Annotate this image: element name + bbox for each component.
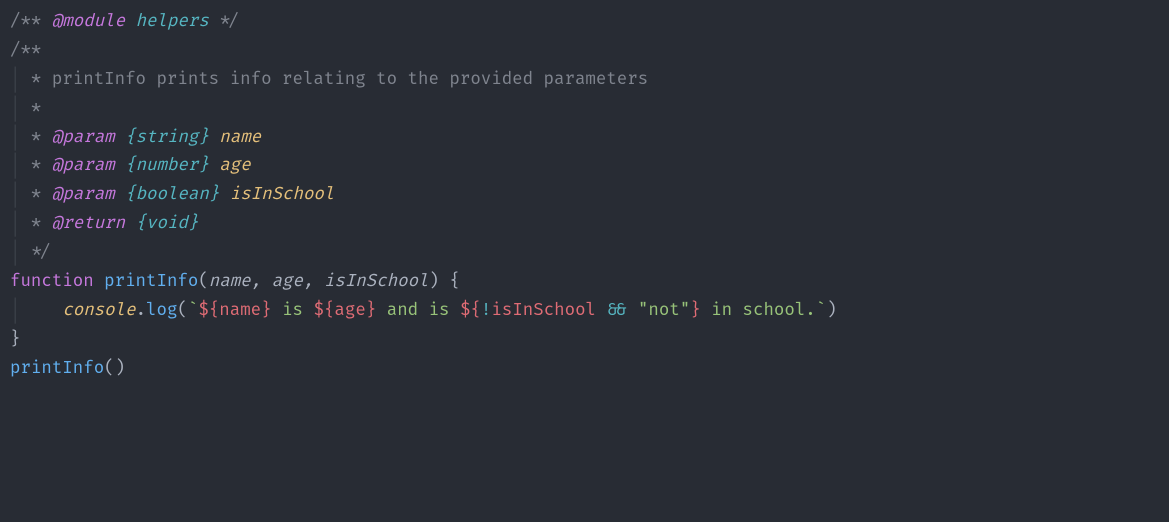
not-operator: ! bbox=[481, 300, 491, 321]
code-line-3: /** bbox=[10, 37, 1159, 66]
code-line-15: printInfo() bbox=[10, 355, 1159, 384]
param-type: {boolean} bbox=[125, 184, 219, 205]
function-arg: name bbox=[209, 271, 251, 292]
code-line-5: │ * bbox=[10, 95, 1159, 124]
function-name: printInfo bbox=[104, 271, 198, 292]
param-type: {string} bbox=[125, 127, 209, 148]
param-name: age bbox=[219, 155, 250, 176]
code-line-11: function printInfo(name, age, isInSchool… bbox=[10, 268, 1159, 297]
template-var: isInSchool bbox=[491, 300, 596, 321]
code-line-8: │ * @param {boolean} isInSchool bbox=[10, 181, 1159, 210]
keyword-function: function bbox=[10, 271, 94, 292]
module-name: helpers bbox=[136, 11, 209, 32]
code-line-1: /** @module helpers */ bbox=[10, 8, 1159, 37]
param-name: isInSchool bbox=[230, 184, 335, 205]
jsdoc-tag-param: @param bbox=[52, 127, 115, 148]
code-line-10: │ */ bbox=[10, 239, 1159, 268]
jsdoc-tag-param: @param bbox=[52, 155, 115, 176]
template-var: age bbox=[334, 300, 365, 321]
string-literal: not bbox=[648, 300, 679, 321]
comment-description: printInfo prints info relating to the pr… bbox=[52, 69, 648, 90]
code-line-4: │ * printInfo prints info relating to th… bbox=[10, 66, 1159, 95]
jsdoc-tag-param: @param bbox=[52, 184, 115, 205]
jsdoc-tag-module: @module bbox=[52, 11, 125, 32]
function-arg: age bbox=[272, 271, 303, 292]
comment-open: /** bbox=[10, 40, 41, 61]
param-type: {number} bbox=[125, 155, 209, 176]
code-line-13: } bbox=[10, 326, 1159, 355]
and-operator: && bbox=[606, 300, 627, 321]
comment-close: */ bbox=[209, 11, 240, 32]
comment-open: /** bbox=[10, 11, 52, 32]
return-type: {void} bbox=[136, 213, 199, 234]
jsdoc-tag-return: @return bbox=[52, 213, 125, 234]
template-var: name bbox=[219, 300, 261, 321]
function-arg: isInSchool bbox=[324, 271, 429, 292]
code-line-7: │ * @param {number} age bbox=[10, 152, 1159, 181]
code-line-6: │ * @param {string} name bbox=[10, 124, 1159, 153]
log-method: log bbox=[146, 300, 177, 321]
function-call: printInfo bbox=[10, 358, 104, 379]
code-line-9: │ * @return {void} bbox=[10, 210, 1159, 239]
param-name: name bbox=[219, 127, 261, 148]
console-object: console bbox=[62, 300, 135, 321]
comment-close: */ bbox=[20, 242, 51, 263]
code-line-12: │ console.log(`${name} is ${age} and is … bbox=[10, 297, 1159, 326]
